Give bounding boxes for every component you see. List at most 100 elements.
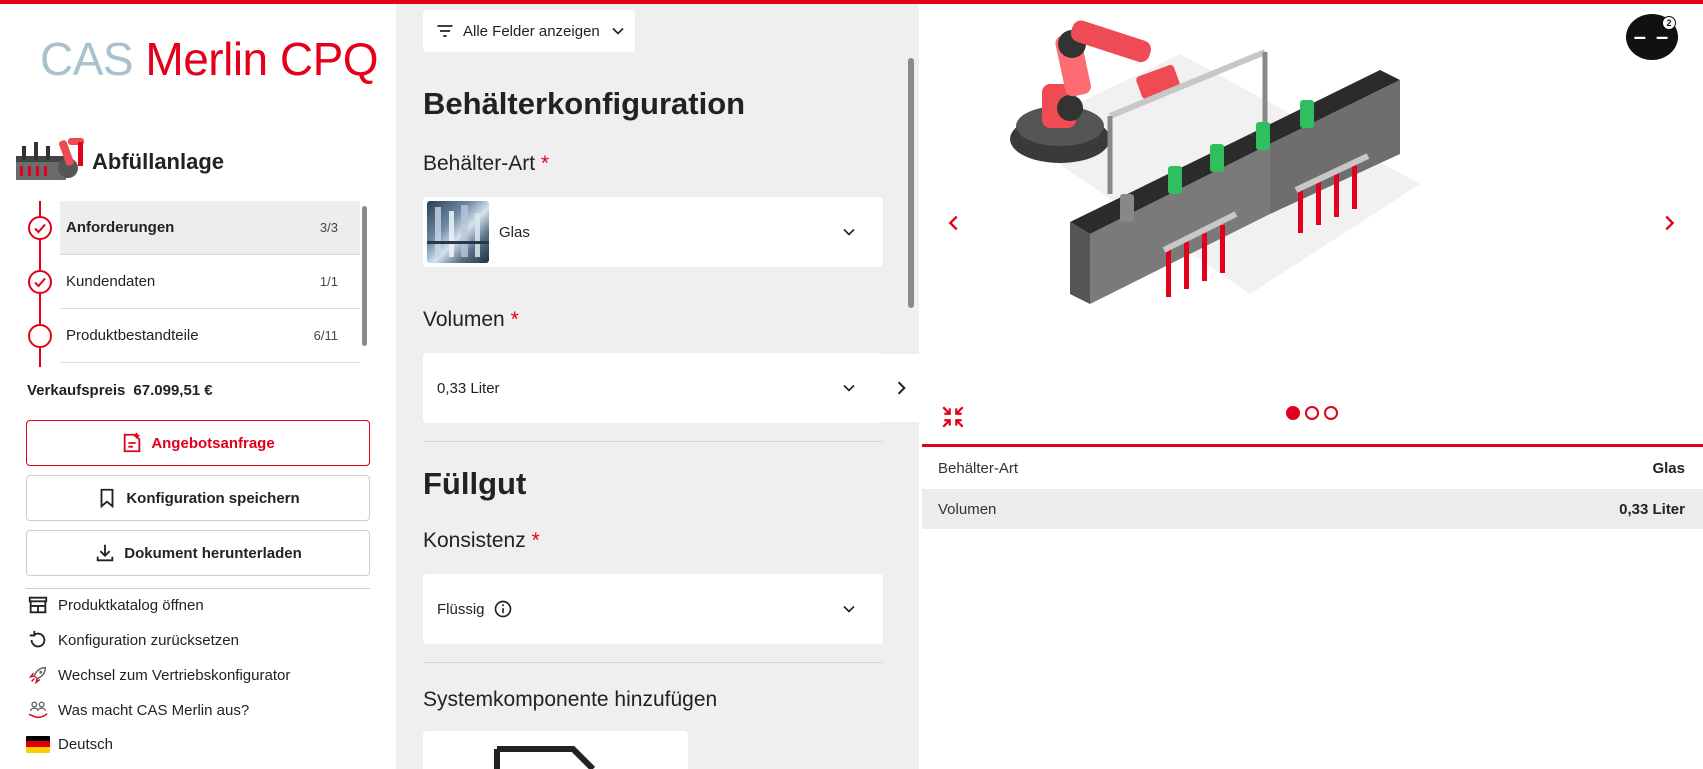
step-anforderungen[interactable]: Anforderungen 3/3 <box>22 201 360 255</box>
step-complete-icon <box>28 216 52 240</box>
people-hand-icon <box>26 699 50 721</box>
product-title: Abfüllanlage <box>92 149 225 174</box>
step-box: Produktbestandteile 6/11 <box>60 309 360 363</box>
summary-row: Volumen 0,33 Liter <box>922 489 1703 529</box>
required-marker: * <box>540 152 550 175</box>
volume-label-text: Volumen <box>423 308 505 331</box>
step-label: Anforderungen <box>66 219 175 236</box>
show-all-fields-label: Alle Felder anzeigen <box>463 22 600 40</box>
store-icon <box>26 594 50 616</box>
about-merlin-link[interactable]: Was macht CAS Merlin aus? <box>26 696 249 724</box>
section-divider <box>423 441 883 442</box>
language-selector[interactable]: Deutsch <box>26 730 113 758</box>
summary-row: Behälter-Art Glas <box>922 448 1703 488</box>
sidebar: CAS Merlin CPQ Abfüllanlage Anforderunge… <box>0 4 396 769</box>
save-configuration-button[interactable]: Konfiguration speichern <box>26 475 370 521</box>
summary-label: Volumen <box>938 500 997 518</box>
open-catalog-link[interactable]: Produktkatalog öffnen <box>26 591 204 619</box>
section-title-filling: Füllgut <box>423 466 527 501</box>
chevron-right-icon <box>897 381 906 395</box>
product-header: Abfüllanlage <box>12 132 224 192</box>
chevron-down-icon <box>612 27 624 35</box>
image-carousel <box>920 4 1703 444</box>
step-produktbestandteile[interactable]: Produktbestandteile 6/11 <box>22 309 360 363</box>
notification-badge: 2 <box>1662 16 1676 30</box>
open-catalog-label: Produktkatalog öffnen <box>58 596 204 614</box>
user-avatar-button[interactable]: – – 2 <box>1626 14 1678 60</box>
download-icon <box>96 544 114 562</box>
volume-select[interactable]: 0,33 Liter <box>423 353 883 423</box>
add-component-heading: Systemkomponente hinzufügen <box>423 688 718 711</box>
product-thumbnail <box>12 132 86 192</box>
reset-configuration-link[interactable]: Konfiguration zurücksetzen <box>26 626 239 654</box>
consistency-value: Flüssig <box>437 600 485 618</box>
price-value: 67.099,51 € <box>133 382 213 399</box>
carousel-dot-3[interactable] <box>1324 406 1338 420</box>
bottling-plant-illustration <box>1010 20 1420 304</box>
step-complete-icon <box>28 270 52 294</box>
step-count: 6/11 <box>313 328 338 343</box>
step-count: 1/1 <box>319 274 338 289</box>
component-card[interactable] <box>423 731 688 769</box>
required-marker: * <box>510 308 519 331</box>
section-title-container: Behälterkonfiguration <box>423 86 746 121</box>
step-label: Kundendaten <box>66 273 156 290</box>
glass-thumbnail <box>427 201 489 263</box>
step-box: Kundendaten 1/1 <box>60 255 360 309</box>
price-label: Verkaufspreis <box>27 382 126 399</box>
sales-price: Verkaufspreis 67.099,51 € <box>27 382 213 399</box>
carousel-indicators <box>1286 406 1338 420</box>
summary-label: Behälter-Art <box>938 459 1019 477</box>
step-open-icon <box>28 324 52 348</box>
document-add-icon <box>124 432 141 453</box>
form-scrollbar[interactable] <box>908 58 914 308</box>
switch-configurator-label: Wechsel zum Vertriebskonfigurator <box>58 666 291 684</box>
info-icon[interactable] <box>493 599 513 619</box>
app-logo[interactable]: CAS Merlin CPQ <box>40 32 379 86</box>
download-document-button[interactable]: Dokument herunterladen <box>26 530 370 576</box>
about-merlin-label: Was macht CAS Merlin aus? <box>58 701 250 719</box>
component-illustration <box>494 746 596 769</box>
switch-configurator-link[interactable]: Wechsel zum Vertriebskonfigurator <box>26 661 290 689</box>
preview-panel: – – 2 Behälter-Art Glas Volumen 0,33 Lit… <box>920 4 1703 769</box>
collapse-panel-button[interactable] <box>881 354 921 422</box>
chevron-down-icon <box>843 228 855 236</box>
carousel-next-button[interactable] <box>1655 209 1683 237</box>
step-navigation: Anforderungen 3/3 Kundendaten 1/1 Produk… <box>22 201 370 367</box>
logo-merlin: Merlin CPQ <box>145 33 379 85</box>
sidebar-divider <box>26 588 370 589</box>
filter-icon <box>437 25 453 37</box>
german-flag-icon <box>26 733 50 755</box>
rocket-icon <box>26 664 50 686</box>
section-divider <box>423 662 883 663</box>
volume-value: 0,33 Liter <box>437 379 500 397</box>
consistency-label-text: Konsistenz <box>423 529 526 552</box>
carousel-dot-2[interactable] <box>1305 406 1319 420</box>
show-all-fields-button[interactable]: Alle Felder anzeigen <box>423 10 635 52</box>
summary-value: 0,33 Liter <box>1619 500 1685 518</box>
chevron-down-icon <box>843 605 855 613</box>
collapse-view-icon[interactable] <box>940 404 966 430</box>
logo-cas: CAS <box>40 33 134 85</box>
step-count: 3/3 <box>319 220 338 235</box>
reset-icon <box>26 629 50 651</box>
carousel-prev-button[interactable] <box>940 209 968 237</box>
steps-scrollbar[interactable] <box>362 206 367 346</box>
container-type-label-text: Behälter-Art <box>423 152 536 175</box>
step-box: Anforderungen 3/3 <box>60 201 360 255</box>
consistency-select[interactable]: Flüssig <box>423 574 883 644</box>
step-kundendaten[interactable]: Kundendaten 1/1 <box>22 255 360 309</box>
offer-request-label: Angebotsanfrage <box>151 434 275 452</box>
carousel-dot-1[interactable] <box>1286 406 1300 420</box>
download-document-label: Dokument herunterladen <box>124 544 302 562</box>
chevron-down-icon <box>843 384 855 392</box>
save-configuration-label: Konfiguration speichern <box>126 489 300 507</box>
bookmark-icon <box>100 488 114 509</box>
container-type-label: Behälter-Art * <box>423 152 549 176</box>
step-label: Produktbestandteile <box>66 327 199 344</box>
summary-divider <box>922 444 1703 447</box>
offer-request-button[interactable]: Angebotsanfrage <box>26 420 370 466</box>
container-type-select[interactable]: Glas <box>423 197 883 267</box>
container-type-value: Glas <box>499 223 530 241</box>
reset-configuration-label: Konfiguration zurücksetzen <box>58 631 239 649</box>
